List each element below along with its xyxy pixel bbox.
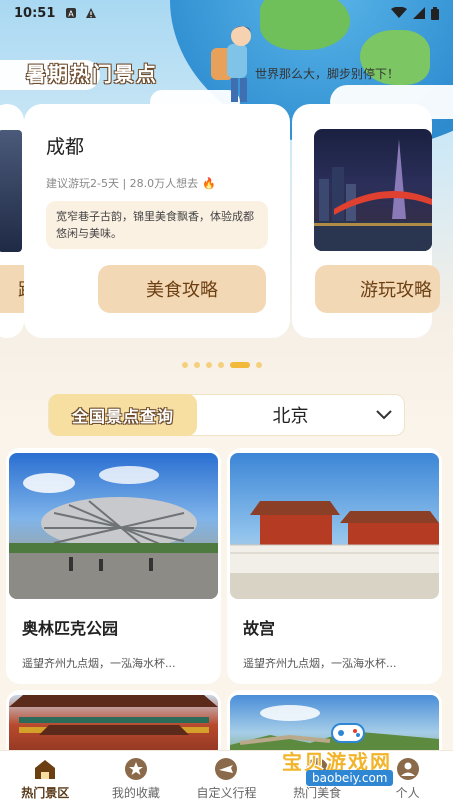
battery-icon [431, 6, 439, 20]
carousel-dot[interactable] [194, 362, 200, 368]
wifi-icon [391, 7, 407, 18]
food-guide-button[interactable]: 美食攻略 [98, 265, 266, 313]
spot-card-olympic-park[interactable]: 奥林匹克公园 遥望齐州九点烟，一泓海水杯... [6, 448, 221, 684]
status-time: 10:51 [14, 5, 56, 21]
hero-slogan: 世界那么大，脚步别停下！ [255, 67, 400, 81]
tab-favorites[interactable]: 我的收藏 [91, 757, 181, 801]
status-bar: 10:51 A [0, 0, 453, 26]
carousel-dot[interactable] [206, 362, 212, 368]
plane-icon [215, 757, 238, 780]
city-night-image [314, 129, 432, 251]
city-image [0, 130, 22, 252]
city-select-value[interactable]: 北京 [197, 402, 364, 428]
spot-desc: 遥望齐州九点烟，一泓海水杯... [22, 657, 176, 670]
spot-title: 故宫 [243, 619, 276, 638]
city-carousel[interactable]: 路 成都 建议游玩2-5天 | 28.0万人想去🔥 宽窄巷子古韵，锦里美食飘香，… [0, 104, 453, 344]
carousel-dot-active[interactable] [230, 362, 250, 368]
city-query-bar[interactable]: 全国景点查询 北京 [48, 394, 405, 436]
site-watermark: 宝贝游戏网 baobeiy.com [282, 718, 422, 802]
spot-image [230, 453, 439, 599]
query-label: 全国景点查询 [49, 394, 197, 436]
home-icon [35, 759, 56, 779]
page-title: 暑期热门景点 [26, 62, 158, 86]
signal-icon [413, 7, 425, 19]
spot-desc: 遥望齐州九点烟，一泓海水杯... [243, 657, 397, 670]
spot-title: 奥林匹克公园 [22, 619, 119, 638]
carousel-dot[interactable] [256, 362, 262, 368]
chevron-down-icon[interactable] [364, 410, 404, 420]
fire-icon: 🔥 [202, 177, 216, 190]
gamepad-icon [331, 723, 365, 743]
warning-icon [86, 8, 97, 18]
notification-a-icon: A [66, 8, 77, 19]
svg-text:A: A [69, 10, 75, 19]
play-guide-button[interactable]: 游玩攻略 [315, 265, 440, 313]
tab-custom-itinerary[interactable]: 自定义行程 [181, 757, 271, 801]
city-name: 成都 [46, 136, 85, 158]
carousel-indicator [182, 362, 262, 368]
traveler-illustration [211, 26, 251, 102]
spot-image [9, 453, 218, 599]
carousel-dot[interactable] [182, 362, 188, 368]
tab-hot-spots[interactable]: 热门景区 [0, 758, 90, 801]
watermark-url: baobeiy.com [306, 770, 394, 786]
city-meta: 建议游玩2-5天 | 28.0万人想去 🔥 [46, 177, 216, 190]
spot-card-forbidden-city[interactable]: 故宫 遥望齐州九点烟，一泓海水杯... [227, 448, 442, 684]
carousel-dot[interactable] [218, 362, 224, 368]
city-description: 宽窄巷子古韵，锦里美食飘香，体验成都悠闲与美味。 [46, 201, 268, 249]
star-icon [124, 757, 147, 780]
